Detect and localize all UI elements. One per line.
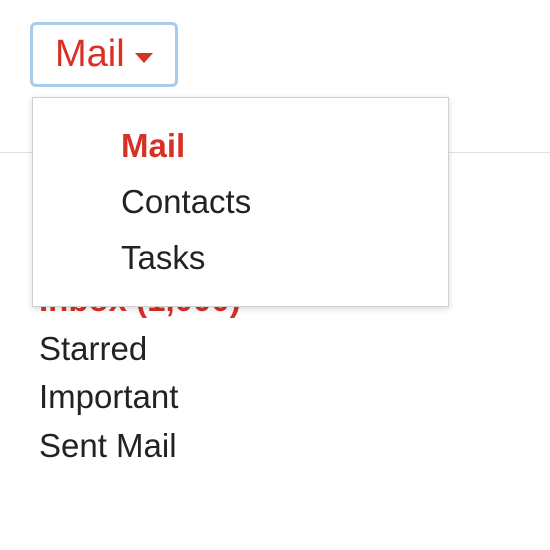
menu-item-label: Mail <box>121 127 185 164</box>
sidebar-item-starred[interactable]: Starred <box>39 325 241 374</box>
sidebar-item-label: Sent Mail <box>39 427 177 464</box>
menu-item-mail[interactable]: Mail <box>33 118 448 174</box>
sidebar-item-sent-mail[interactable]: Sent Mail <box>39 422 241 471</box>
sidebar-item-label: Starred <box>39 330 147 367</box>
menu-item-label: Contacts <box>121 183 251 220</box>
app-switcher-button[interactable]: Mail <box>30 22 178 87</box>
app-switcher-menu: Mail Contacts Tasks <box>32 97 449 307</box>
menu-item-contacts[interactable]: Contacts <box>33 174 448 230</box>
sidebar-item-label: Important <box>39 378 178 415</box>
menu-item-tasks[interactable]: Tasks <box>33 230 448 286</box>
sidebar-item-important[interactable]: Important <box>39 373 241 422</box>
caret-down-icon <box>135 53 153 63</box>
menu-item-label: Tasks <box>121 239 205 276</box>
app-switcher-label: Mail <box>55 33 125 76</box>
